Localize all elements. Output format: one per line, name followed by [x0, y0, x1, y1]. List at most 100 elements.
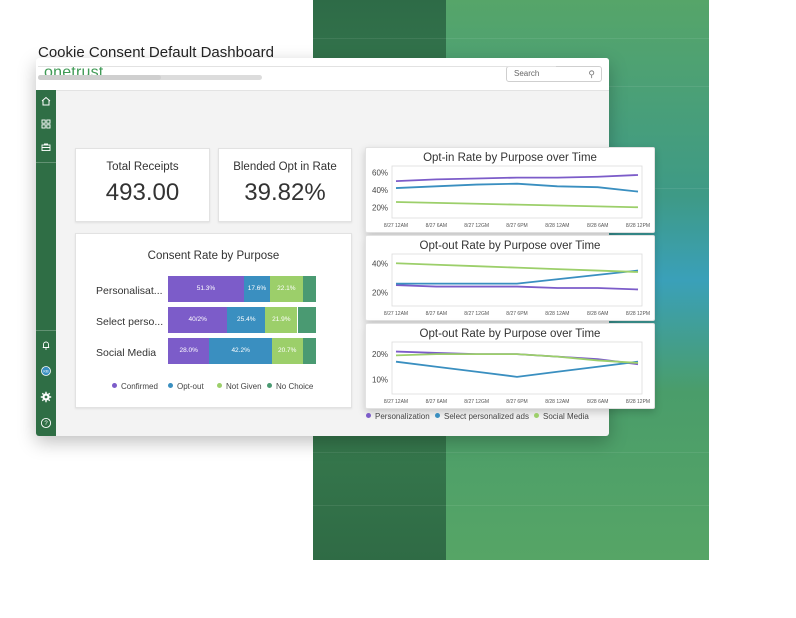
series-line-select-personalized-ads[interactable] — [396, 269, 639, 285]
bar-segment-no-choice[interactable] — [297, 307, 316, 333]
bar-segment-confirmed[interactable]: 40/2% — [168, 307, 228, 333]
svg-text:?: ? — [44, 421, 48, 427]
gear-icon[interactable] — [40, 391, 52, 403]
x-tick-label: 8/28 6AM — [587, 399, 608, 405]
x-tick-label: 8/27 12AM — [384, 223, 408, 229]
plot-frame — [391, 253, 643, 307]
svg-text:KB: KB — [43, 369, 49, 374]
y-tick-label: 20% — [372, 288, 388, 297]
legend-personalization: Personalization — [366, 412, 430, 421]
bell-icon[interactable] — [40, 339, 52, 351]
legend-dot — [534, 413, 539, 419]
user-badge-icon[interactable]: KB — [40, 365, 52, 377]
bar-segment-not-given[interactable]: 21.9% — [265, 307, 298, 333]
series-line-social-media[interactable] — [395, 262, 639, 273]
home-icon[interactable] — [40, 95, 52, 107]
sidebar-divider — [36, 330, 56, 331]
x-tick-label: 8/27 6AM — [426, 399, 447, 405]
sidebar-divider — [36, 162, 56, 163]
x-tick-label: 8/27 6AM — [426, 223, 447, 229]
kpi-label: Total Receipts — [106, 161, 179, 173]
x-tick-label: 8/28 12PM — [626, 311, 650, 317]
legend-dot — [217, 383, 222, 389]
y-tick-label: 40% — [372, 186, 388, 195]
bar-segment-no-choice[interactable] — [302, 338, 316, 364]
x-tick-label: 8/27 6PM — [506, 399, 527, 405]
legend-dot — [435, 413, 440, 419]
legend-label: Social Media — [543, 412, 589, 421]
series-line-personalization[interactable] — [395, 284, 639, 291]
x-tick-label: 8/27 12GM — [464, 311, 489, 317]
line-chart-svg: 20% 40% 60% 8/27 12AM 8/27 6AM 8/27 12GM 8/27 … — [372, 165, 650, 229]
sidebar: KB ? — [36, 90, 56, 436]
plot-frame — [391, 165, 643, 219]
x-tick-label: 8/27 6AM — [426, 311, 447, 317]
help-icon[interactable]: ? — [40, 417, 52, 429]
x-tick-label: 8/28 12PM — [626, 223, 650, 229]
series-line-social-media[interactable] — [395, 353, 639, 364]
x-tick-label: 8/28 12AM — [545, 223, 569, 229]
x-tick-label: 8/27 12GM — [464, 223, 489, 229]
briefcase-icon[interactable] — [40, 141, 52, 153]
bar-segment-opt-out[interactable]: 17.6% — [243, 276, 270, 302]
x-tick-label: 8/27 12AM — [384, 399, 408, 405]
series-line-select-personalized-ads[interactable] — [395, 360, 639, 378]
legend-label: Confirmed — [121, 382, 158, 391]
kpi-card-total-receipts[interactable]: Total Receipts 493.00 — [75, 148, 210, 222]
loading-progress-bar — [38, 75, 262, 80]
bar-segment-confirmed[interactable]: 28.0% — [168, 338, 210, 364]
legend-select-personalized-ads: Select personalized ads — [435, 412, 529, 421]
chart-title: Consent Rate by Purpose — [147, 250, 280, 262]
series-line-personalization[interactable] — [395, 174, 639, 182]
search-icon[interactable]: ⚲ — [588, 67, 595, 81]
bar-segment-opt-out[interactable]: 42.2% — [209, 338, 272, 364]
loading-progress-fill — [38, 75, 162, 80]
y-tick-label: 60% — [372, 168, 388, 177]
legend-label: Not Given — [226, 382, 262, 391]
opt-in-rate-line-chart[interactable]: Opt-in Rate by Purpose over Time 20% 40% 6… — [365, 147, 655, 233]
kpi-value: 493.00 — [105, 179, 180, 206]
opt-out-rate-line-chart-2[interactable]: Opt-out Rate by Purpose over Time 10% 20%… — [365, 323, 655, 409]
x-tick-label: 8/27 6PM — [506, 223, 527, 229]
legend-dot — [168, 383, 173, 389]
x-tick-label: 8/28 12PM — [626, 399, 650, 405]
legend-label: Select personalized ads — [444, 412, 529, 421]
bar-segment-confirmed[interactable]: 51.3% — [168, 276, 244, 302]
y-tick-label: 40% — [372, 259, 388, 268]
series-line-social-media[interactable] — [395, 201, 639, 209]
bar-category-label: Social Media — [96, 347, 157, 359]
legend-dot — [112, 383, 117, 389]
x-tick-label: 8/28 12AM — [545, 311, 569, 317]
background-stripe — [313, 505, 709, 506]
y-tick-label: 20% — [372, 203, 388, 212]
x-tick-label: 8/27 12GM — [464, 399, 489, 405]
y-tick-label: 20% — [372, 350, 388, 359]
series-line-select-personalized-ads[interactable] — [395, 182, 639, 193]
bar-segment-not-given[interactable]: 22.1% — [269, 276, 303, 302]
title-divider — [38, 66, 556, 67]
bar-segment-no-choice[interactable] — [302, 276, 316, 302]
kpi-label: Blended Opt in Rate — [233, 161, 337, 173]
x-tick-label: 8/28 6AM — [587, 311, 608, 317]
x-tick-label: 8/28 12AM — [545, 399, 569, 405]
bar-segment-opt-out[interactable]: 25.4% — [227, 307, 266, 333]
page-title: Cookie Consent Default Dashboard — [38, 44, 274, 61]
legend-label: Opt-out — [177, 382, 204, 391]
legend-label: Personalization — [375, 412, 430, 421]
consent-rate-by-purpose-chart[interactable]: Consent Rate by Purpose Personalisat... … — [75, 233, 352, 408]
background-stripe — [313, 452, 709, 453]
grid-icon[interactable] — [40, 118, 52, 130]
y-tick-label: 10% — [372, 375, 388, 384]
plot-frame — [391, 341, 643, 395]
line-chart-svg: 20% 40% 8/27 12AM 8/27 6AM 8/27 12GM 8/27 6PM… — [372, 253, 650, 317]
legend-dot — [267, 383, 272, 389]
legend-social-media: Social Media — [534, 412, 589, 421]
bar-segment-not-given[interactable]: 20.7% — [271, 338, 303, 364]
search-placeholder: Search — [514, 69, 540, 78]
bar-category-label: Select perso... — [96, 316, 164, 328]
kpi-card-blended-opt-in-rate[interactable]: Blended Opt in Rate 39.82% — [218, 148, 352, 222]
legend-no-choice: No Choice — [267, 382, 313, 391]
opt-out-rate-line-chart[interactable]: Opt-out Rate by Purpose over Time 20% 40%… — [365, 235, 655, 321]
search-input[interactable]: Search ⚲ — [506, 66, 602, 82]
legend-dot — [366, 413, 371, 419]
